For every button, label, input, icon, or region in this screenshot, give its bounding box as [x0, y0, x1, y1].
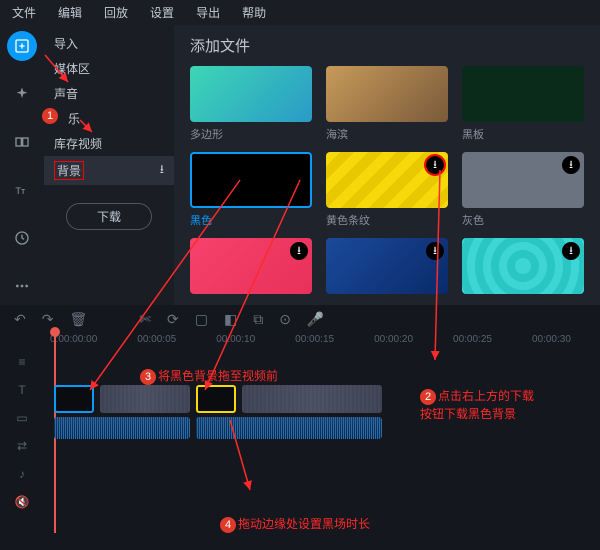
undo-button[interactable]: ↶	[14, 311, 26, 328]
clip-props-button[interactable]: ⧉	[253, 311, 263, 328]
bg-thumb: ⭳	[190, 238, 312, 294]
menu-help[interactable]: 帮助	[238, 2, 270, 23]
color-button[interactable]: ◧	[224, 311, 237, 328]
bg-thumb: ⭳	[326, 152, 448, 208]
crop-button[interactable]: ▢	[195, 311, 208, 328]
ruler-tick: 00:00:25	[453, 334, 492, 345]
download-icon: ⭳	[160, 160, 164, 181]
bg-thumb	[326, 66, 448, 122]
content-panel: 添加文件 多边形海滨黑板黑色 ⭳ 黄色条纹 ⭳ 灰色 ⭳ ⭳ ⭳	[174, 25, 600, 305]
menu-file[interactable]: 文件	[8, 2, 40, 23]
ruler-tick: 00:00:10	[216, 334, 255, 345]
bg-tile-label: 多边形	[190, 122, 312, 142]
bg-tile-label: 黑色	[190, 208, 312, 228]
video-clip-1[interactable]	[100, 385, 190, 413]
annotation-badge-1: 1	[42, 108, 58, 124]
audio-track-icon[interactable]: ♪	[19, 467, 25, 481]
audio-clip-2[interactable]	[196, 417, 382, 439]
menu-bar: 文件 编辑 回放 设置 导出 帮助	[0, 0, 600, 25]
timeline-ruler[interactable]: 0:00:00:00 00:00:05 00:00:10 00:00:15 00…	[0, 334, 600, 345]
rotate-button[interactable]: ⟳	[167, 311, 179, 328]
bg-thumb: ⭳	[462, 238, 584, 294]
download-badge-icon[interactable]: ⭳	[290, 242, 308, 260]
bg-tile-6[interactable]: ⭳	[190, 238, 312, 294]
download-badge-icon[interactable]: ⭳	[562, 156, 580, 174]
audio-button[interactable]: 🎤	[307, 311, 324, 328]
left-toolbar: Tт	[0, 25, 44, 305]
speed-button[interactable]: ⊙	[279, 311, 291, 328]
menu-export[interactable]: 导出	[192, 2, 224, 23]
download-badge-icon[interactable]: ⭳	[426, 242, 444, 260]
track-controls: ≡ T ▭ ⇄ ♪ 🔇	[0, 353, 44, 509]
annotation-badge-4: 4	[220, 517, 236, 533]
bg-tile-8[interactable]: ⭳	[462, 238, 584, 294]
timeline-toolbar: ↶ ↷ 🗑 ✄ ⟳ ▢ ◧ ⧉ ⊙ 🎤	[0, 305, 600, 334]
ruler-tick: 00:00:05	[137, 334, 176, 345]
video-clip-2[interactable]	[242, 385, 382, 413]
annotation-4-text: 拖动边缘处设置黑场时长	[238, 517, 370, 531]
annotation-4: 4拖动边缘处设置黑场时长	[220, 515, 370, 533]
track-settings-icon[interactable]: ≡	[18, 355, 25, 369]
redo-button[interactable]: ↷	[42, 311, 54, 328]
filters-tool[interactable]	[7, 79, 37, 109]
bg-thumb	[190, 152, 312, 208]
menu-playback[interactable]: 回放	[100, 2, 132, 23]
video-track[interactable]	[44, 385, 600, 413]
video-track-icon[interactable]: ▭	[16, 411, 27, 425]
bg-tile-7[interactable]: ⭳	[326, 238, 448, 294]
sidebar-media[interactable]: 媒体区	[44, 56, 174, 81]
sidebar-background-label: 背景	[54, 161, 84, 180]
audio-clip-1[interactable]	[54, 417, 190, 439]
background-grid: 多边形海滨黑板黑色 ⭳ 黄色条纹 ⭳ 灰色 ⭳ ⭳ ⭳	[190, 66, 584, 294]
bg-tile-2[interactable]: 黑板	[462, 66, 584, 142]
bg-thumb: ⭳	[462, 152, 584, 208]
sidebar-background[interactable]: 背景 ⭳	[44, 156, 174, 185]
svg-text:Tт: Tт	[15, 186, 26, 196]
transitions-tool[interactable]	[7, 127, 37, 157]
more-tool[interactable]	[7, 271, 37, 301]
mute-icon[interactable]: 🔇	[15, 495, 30, 509]
black-clip-2[interactable]	[196, 385, 236, 413]
bg-tile-3[interactable]: 黑色	[190, 152, 312, 228]
bg-tile-label: 灰色	[462, 208, 584, 228]
cut-button[interactable]: ✄	[139, 311, 151, 328]
title-track-icon[interactable]: T	[18, 383, 25, 397]
media-sidebar: 导入 媒体区 声音 1 乐 库存视频 背景 ⭳ 下载	[44, 25, 174, 305]
menu-edit[interactable]: 编辑	[54, 2, 86, 23]
delete-button[interactable]: 🗑	[69, 311, 87, 328]
download-badge-icon[interactable]: ⭳	[426, 156, 444, 174]
sidebar-stock-video[interactable]: 库存视频	[44, 131, 174, 156]
menu-settings[interactable]: 设置	[146, 2, 178, 23]
bg-tile-label: 海滨	[326, 122, 448, 142]
bg-thumb	[462, 66, 584, 122]
link-track-icon[interactable]: ⇄	[17, 439, 27, 453]
ruler-tick: 00:00:30	[532, 334, 571, 345]
bg-thumb: ⭳	[326, 238, 448, 294]
bg-thumb	[190, 66, 312, 122]
stickers-tool[interactable]	[7, 223, 37, 253]
sidebar-music[interactable]: 1 乐	[44, 106, 174, 131]
panel-title: 添加文件	[190, 35, 584, 56]
bg-tile-1[interactable]: 海滨	[326, 66, 448, 142]
bg-tile-4[interactable]: ⭳ 黄色条纹	[326, 152, 448, 228]
sidebar-import[interactable]: 导入	[44, 31, 174, 56]
sidebar-sound[interactable]: 声音	[44, 81, 174, 106]
download-badge-icon[interactable]: ⭳	[562, 242, 580, 260]
add-media-button[interactable]	[7, 31, 37, 61]
ruler-tick: 00:00:20	[374, 334, 413, 345]
black-clip-1[interactable]	[54, 385, 94, 413]
bg-tile-5[interactable]: ⭳ 灰色	[462, 152, 584, 228]
ruler-tick: 00:00:15	[295, 334, 334, 345]
bg-tile-0[interactable]: 多边形	[190, 66, 312, 142]
download-button[interactable]: 下载	[66, 203, 152, 230]
bg-tile-label: 黑板	[462, 122, 584, 142]
titles-tool[interactable]: Tт	[7, 175, 37, 205]
timeline-panel: ↶ ↷ 🗑 ✄ ⟳ ▢ ◧ ⧉ ⊙ 🎤 0:00:00:00 00:00:05 …	[0, 305, 600, 550]
audio-track[interactable]	[44, 417, 600, 439]
bg-tile-label: 黄色条纹	[326, 208, 448, 228]
timeline-tracks[interactable]	[44, 353, 600, 509]
